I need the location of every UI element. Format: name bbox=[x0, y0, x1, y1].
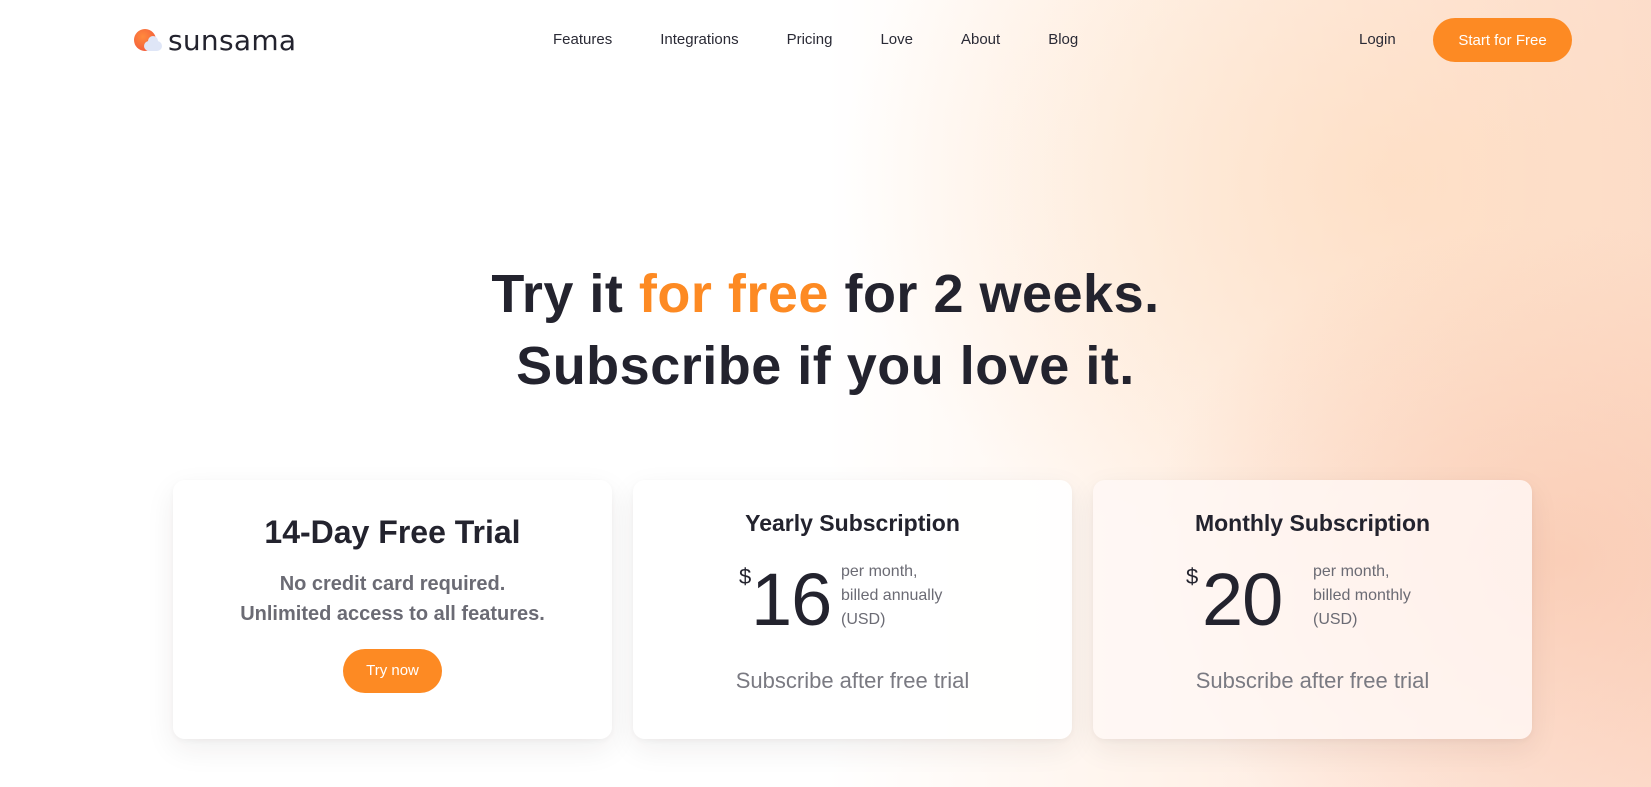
free-trial-card: 14-Day Free Trial No credit card require… bbox=[173, 480, 612, 739]
trial-line-1: No credit card required. bbox=[279, 573, 506, 595]
trial-line-2: Unlimited access to all features. bbox=[240, 603, 545, 625]
brand-logo[interactable]: sunsama bbox=[134, 23, 297, 57]
nav-features[interactable]: Features bbox=[553, 28, 612, 52]
monthly-currency: $ bbox=[1186, 564, 1199, 589]
yearly-subscription-card: Yearly Subscription $ 16 per month, bill… bbox=[633, 480, 1072, 739]
sun-cloud-icon bbox=[134, 25, 164, 55]
monthly-price: $ 20 per month, billed monthly (USD) bbox=[1093, 560, 1532, 640]
nav-about[interactable]: About bbox=[961, 28, 1000, 52]
hero-line1-prefix: Try it bbox=[491, 264, 639, 324]
nav-integrations[interactable]: Integrations bbox=[660, 28, 738, 52]
hero-line2: Subscribe if you love it. bbox=[516, 336, 1135, 396]
yearly-detail-3: (USD) bbox=[841, 611, 886, 628]
nav-love[interactable]: Love bbox=[880, 28, 913, 52]
monthly-detail-1: per month, bbox=[1313, 563, 1390, 580]
yearly-currency: $ bbox=[739, 564, 752, 589]
nav-blog[interactable]: Blog bbox=[1048, 28, 1078, 52]
yearly-detail-1: per month, bbox=[841, 563, 918, 580]
monthly-subscription-card: Monthly Subscription $ 20 per month, bil… bbox=[1093, 480, 1532, 739]
monthly-detail: per month, billed monthly (USD) bbox=[1313, 560, 1411, 632]
trial-title: 14-Day Free Trial bbox=[264, 514, 521, 550]
hero-headline: Try it for free for 2 weeks. Subscribe i… bbox=[0, 258, 1651, 402]
hero-line1-suffix: for 2 weeks. bbox=[828, 264, 1160, 324]
monthly-amount: 20 bbox=[1202, 558, 1283, 641]
yearly-title: Yearly Subscription bbox=[745, 510, 960, 536]
monthly-detail-3: (USD) bbox=[1313, 611, 1358, 628]
brand-name: sunsama bbox=[168, 23, 297, 57]
try-now-button[interactable]: Try now bbox=[343, 649, 442, 693]
monthly-title: Monthly Subscription bbox=[1194, 510, 1431, 536]
monthly-detail-2: billed monthly bbox=[1313, 587, 1411, 604]
monthly-note: Subscribe after free trial bbox=[1195, 668, 1430, 693]
site-header: sunsama Features Integrations Pricing Lo… bbox=[0, 0, 1651, 80]
yearly-note: Subscribe after free trial bbox=[735, 668, 970, 693]
yearly-amount: 16 bbox=[751, 558, 832, 641]
yearly-detail: per month, billed annually (USD) bbox=[841, 560, 942, 632]
login-link[interactable]: Login bbox=[1359, 28, 1396, 52]
nav-pricing[interactable]: Pricing bbox=[787, 28, 833, 52]
main-nav: Features Integrations Pricing Love About… bbox=[553, 28, 1126, 52]
yearly-detail-2: billed annually bbox=[841, 587, 943, 604]
hero-line1-accent: for free bbox=[638, 264, 829, 324]
yearly-price: $ 16 per month, billed annually (USD) bbox=[633, 560, 1072, 640]
start-for-free-button[interactable]: Start for Free bbox=[1433, 18, 1572, 62]
